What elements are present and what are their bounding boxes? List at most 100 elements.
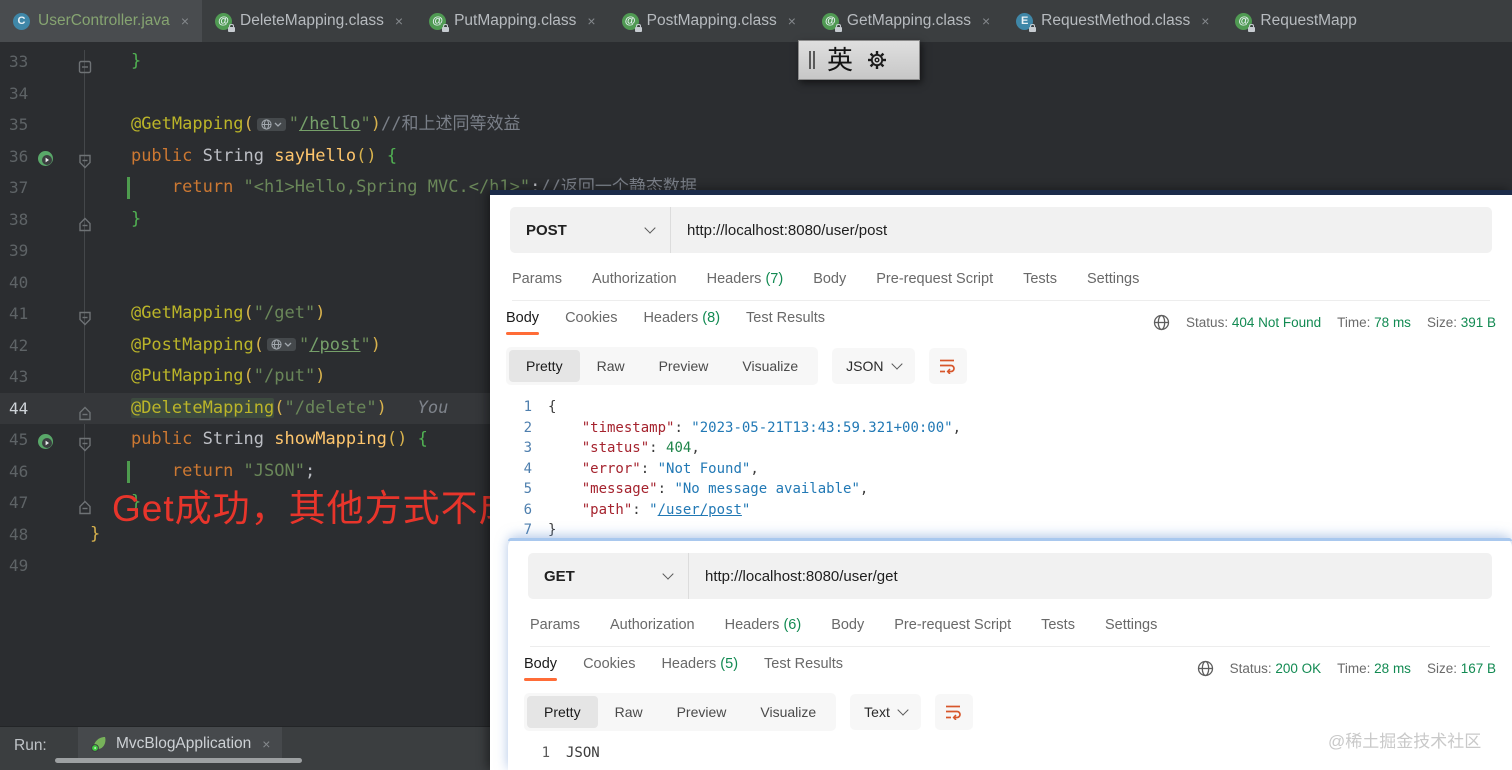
- network-globe-icon[interactable]: [1153, 314, 1170, 331]
- wrap-lines-icon: [946, 705, 962, 720]
- tab-close-icon[interactable]: ×: [982, 13, 990, 29]
- request-tab-settings[interactable]: Settings: [1105, 617, 1157, 633]
- run-config-tab[interactable]: MvcBlogApplication ×: [78, 727, 283, 761]
- url-inlay-globe-icon[interactable]: [256, 117, 286, 131]
- response-tab-cookies[interactable]: Cookies: [583, 656, 635, 681]
- network-globe-icon[interactable]: [1197, 660, 1214, 677]
- view-mode-raw[interactable]: Raw: [598, 696, 660, 728]
- code-token: public: [130, 145, 203, 166]
- request-tab-params[interactable]: Params: [530, 617, 580, 633]
- json-token: :: [657, 481, 675, 497]
- code-line-45[interactable]: 45 public String showMapping() {: [0, 424, 490, 455]
- url-input[interactable]: http://localhost:8080/user/post: [671, 222, 887, 239]
- request-tab-tests[interactable]: Tests: [1023, 271, 1057, 287]
- view-mode-pretty[interactable]: Pretty: [527, 696, 598, 728]
- json-token: JSON: [566, 745, 600, 761]
- request-tab-pre-request-script[interactable]: Pre-request Script: [894, 617, 1011, 633]
- response-tab-body[interactable]: Body: [524, 656, 558, 681]
- method-select[interactable]: GET: [528, 568, 688, 585]
- status-badge: Status: 404 Not Found: [1186, 315, 1322, 330]
- code-token: ": [288, 114, 300, 134]
- editor-tab-requestmapp[interactable]: @ RequestMapp: [1222, 0, 1370, 42]
- tab-close-icon[interactable]: ×: [587, 13, 595, 29]
- code-line-35[interactable]: 35 @GetMapping("/hello")//和上述同等效益: [0, 109, 520, 140]
- code-token: /hello: [299, 114, 361, 134]
- view-mode-raw[interactable]: Raw: [580, 350, 642, 382]
- ime-handle-icon[interactable]: [809, 51, 815, 69]
- editor-tab-requestmethod-class[interactable]: E RequestMethod.class ×: [1003, 0, 1222, 42]
- line-number: 48: [9, 524, 29, 544]
- code-line-39[interactable]: 39: [0, 235, 490, 266]
- code-line-42[interactable]: 42 @PostMapping("/post"): [0, 330, 490, 361]
- view-mode-preview[interactable]: Preview: [660, 696, 744, 728]
- url-input[interactable]: http://localhost:8080/user/get: [689, 568, 898, 585]
- request-tab-authorization[interactable]: Authorization: [592, 271, 677, 287]
- response-tab-headers[interactable]: Headers (5): [661, 656, 738, 681]
- format-select[interactable]: JSON: [832, 348, 915, 384]
- wrap-lines-button[interactable]: [934, 694, 973, 730]
- format-select[interactable]: Text: [850, 694, 921, 730]
- request-tab-pre-request-script[interactable]: Pre-request Script: [876, 271, 993, 287]
- code-line-44[interactable]: 44 @DeleteMapping("/delete") You: [0, 392, 490, 424]
- tab-close-icon[interactable]: ×: [788, 13, 796, 29]
- request-tab-headers[interactable]: Headers (6): [725, 617, 802, 633]
- response-tab-cookies[interactable]: Cookies: [565, 310, 617, 335]
- editor-tab-postmapping-class[interactable]: @ PostMapping.class ×: [609, 0, 809, 42]
- ime-indicator[interactable]: 英: [798, 40, 920, 80]
- lock-icon: [228, 23, 235, 32]
- annotation-icon: @: [821, 12, 842, 32]
- response-tab-test-results[interactable]: Test Results: [746, 310, 825, 335]
- url-inlay-globe-icon[interactable]: [267, 338, 297, 351]
- request-tab-authorization[interactable]: Authorization: [610, 617, 695, 633]
- view-mode-preview[interactable]: Preview: [642, 350, 726, 382]
- view-mode-visualize[interactable]: Visualize: [743, 696, 833, 728]
- tab-label: UserController.java: [38, 12, 170, 29]
- line-number: 4: [523, 460, 532, 477]
- code-line-36[interactable]: 36 public String sayHello() {: [0, 141, 490, 172]
- tab-close-icon[interactable]: ×: [181, 13, 189, 29]
- spring-boot-run-icon: [91, 737, 106, 752]
- editor-tab-putmapping-class[interactable]: @ PutMapping.class ×: [416, 0, 609, 42]
- code-line-41[interactable]: 41 @GetMapping("/get"): [0, 298, 490, 329]
- editor-tab-deletemapping-class[interactable]: @ DeleteMapping.class ×: [202, 0, 416, 42]
- editor-tab-usercontroller-java[interactable]: C UserController.java ×: [0, 0, 202, 42]
- line-number: 46: [9, 461, 29, 481]
- tab-close-icon[interactable]: ×: [1201, 13, 1209, 29]
- lock-icon: [834, 23, 842, 32]
- request-tab-tests[interactable]: Tests: [1041, 617, 1075, 633]
- code-text: public String showMapping() {: [90, 424, 428, 455]
- response-meta: Status: 200 OK Time: 28 ms Size: 167 B: [1197, 660, 1496, 677]
- code-line-38[interactable]: 38 }: [0, 204, 490, 235]
- response-tab-headers[interactable]: Headers (8): [643, 310, 720, 335]
- wrap-lines-button[interactable]: [928, 348, 967, 384]
- horizontal-scrollbar[interactable]: [55, 758, 302, 763]
- request-tab-body[interactable]: Body: [813, 271, 846, 287]
- code-line-49[interactable]: 49: [0, 550, 490, 581]
- editor-tab-getmapping-class[interactable]: @ GetMapping.class ×: [809, 0, 1003, 42]
- request-tab-params[interactable]: Params: [512, 271, 562, 287]
- run-tab-close-icon[interactable]: ×: [262, 736, 270, 752]
- code-token: @PutMapping: [130, 366, 244, 386]
- response-tab-test-results[interactable]: Test Results: [764, 656, 843, 681]
- view-mode-visualize[interactable]: Visualize: [725, 350, 815, 382]
- code-line-43[interactable]: 43 @PutMapping("/put"): [0, 361, 490, 392]
- code-line-37[interactable]: 37 return "<h1>Hello,Spring MVC.</h1>";/…: [0, 172, 697, 203]
- method-select[interactable]: POST: [510, 222, 670, 239]
- code-line-40[interactable]: 40: [0, 267, 490, 298]
- response-body[interactable]: 1{2 "timestamp": "2023-05-21T13:43:59.32…: [490, 397, 1512, 541]
- screen: C UserController.java × @ DeleteMapping.clas…: [0, 0, 1512, 770]
- code-token: {: [386, 145, 398, 166]
- request-tab-headers[interactable]: Headers (7): [707, 271, 784, 287]
- ime-language-char[interactable]: 英: [827, 47, 853, 73]
- request-tab-settings[interactable]: Settings: [1087, 271, 1139, 287]
- code-line-33[interactable]: 33 }: [0, 46, 490, 77]
- ime-gear-icon[interactable]: [865, 48, 889, 72]
- tab-close-icon[interactable]: ×: [395, 13, 403, 29]
- code-text: @DeleteMapping("/delete") You: [90, 393, 448, 424]
- line-number: 39: [9, 241, 29, 260]
- code-token: @GetMapping: [130, 303, 244, 323]
- response-tab-body[interactable]: Body: [506, 310, 540, 335]
- request-tab-body[interactable]: Body: [831, 617, 864, 633]
- view-mode-pretty[interactable]: Pretty: [509, 350, 580, 382]
- code-line-34[interactable]: 34: [0, 78, 490, 109]
